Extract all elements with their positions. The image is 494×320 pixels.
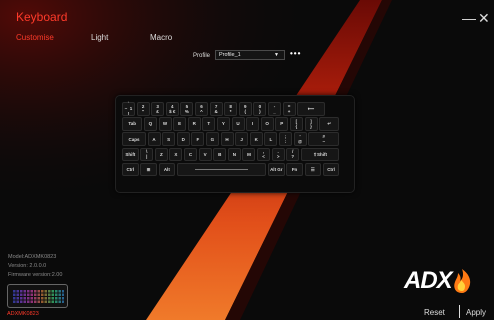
minimize-button[interactable]: — [462,10,476,26]
keyboard-key[interactable]: # ~ [308,132,340,146]
device-model: Model:ADXMK0823 [8,254,57,260]
keyboard-key[interactable]: Alt [158,162,176,177]
keyboard-key[interactable]: - _ [268,102,281,116]
logo-text: ADX [404,267,453,294]
flame-icon [453,269,470,293]
tab-light[interactable]: Light [91,33,108,42]
keyboard-key[interactable]: L [264,132,278,146]
keyboard-key[interactable]: 5 % [180,102,194,116]
keyboard-key[interactable]: E [173,117,187,131]
keyboard-key[interactable]: 9 ( [238,102,252,116]
more-options-button[interactable]: ••• [290,49,301,58]
thumbnail-keys [12,289,64,304]
keyboard-key[interactable]: W [158,117,172,131]
keyboard-key[interactable]: I [246,117,260,131]
keyboard-key[interactable]: K [249,132,263,146]
keyboard-key[interactable]: T [202,117,216,131]
keyboard-key[interactable]: ' @ [293,132,307,146]
keyboard-key[interactable]: Ctrl [122,162,139,177]
profile-label: Profile [193,53,211,59]
device-thumbnail-label: ADXMK0823 [7,311,39,317]
keyboard-key[interactable]: N [227,147,241,162]
keyboard-key[interactable]: , < [257,147,271,162]
keyboard-key[interactable]: B [213,147,227,162]
keyboard-key[interactable]: Tab [122,117,143,131]
keyboard-key[interactable]: V [198,147,212,162]
keyboard-key[interactable]: Alt Gr [268,162,285,177]
app-title: Keyboard [16,10,68,24]
keyboard-key[interactable]: 8 * [224,102,238,116]
keyboard-key[interactable]: Q [143,117,157,131]
keyboard-key[interactable]: ⇧Shift [300,147,340,162]
keyboard-key[interactable]: 7 & [209,102,223,116]
keyboard-key[interactable]: 3 £ [151,102,165,116]
keyboard-key[interactable]: U [231,117,245,131]
keyboard-key[interactable]: \ | [140,147,154,162]
keyboard-key[interactable]: 2 " [136,102,150,116]
keyboard-key[interactable]: J [235,132,249,146]
profile-value: Profile_1 [219,52,241,58]
keyboard-layout: ` ~ 1 ! 2 " 3 £4 $ €5 % 6 ^ 7 & 8 * 9 (0 ) - _ =… [115,95,355,193]
keyboard-key[interactable]: Caps [122,132,146,146]
keyboard-key[interactable]: R [187,117,201,131]
close-button[interactable]: ✕ [478,10,490,27]
spacebar-indicator [195,169,248,171]
apply-button[interactable]: Apply [466,308,486,317]
firmware-version: Firmware version:2.00 [8,272,63,278]
keyboard-key[interactable]: C [184,147,198,162]
keyboard-key[interactable]: X [169,147,183,162]
keyboard-key[interactable]: M [242,147,256,162]
keyboard-key[interactable]: ; : [278,132,292,146]
device-version: Version: 2.0.0.0 [8,263,47,269]
keyboard-key[interactable]: Fn [286,162,303,177]
keyboard-key[interactable]: P [275,117,289,131]
keyboard-key[interactable]: ] } [304,117,318,131]
keyboard-key[interactable]: ⊞ [140,162,157,177]
keyboard-key[interactable]: Y [216,117,230,131]
footer-divider [459,305,460,318]
keyboard-key[interactable]: . > [271,147,285,162]
keyboard-key[interactable]: ⟵ [297,102,325,116]
keyboard-key[interactable]: O [260,117,274,131]
keyboard-key[interactable]: Shift [122,147,139,162]
keyboard-key[interactable]: D [176,132,190,146]
keyboard-key[interactable]: = + [282,102,296,116]
keyboard-key[interactable]: ` ~ 1 ! [122,101,135,116]
keyboard-key[interactable]: Ctrl [322,162,340,177]
device-thumbnail[interactable] [7,284,68,308]
keyboard-key[interactable]: ↵ [319,117,340,131]
keyboard-key[interactable]: F [191,132,205,146]
tab-customise[interactable]: Customise [16,33,54,42]
keyboard-key[interactable]: Z [154,147,168,162]
keyboard-key[interactable]: A [147,132,161,146]
keyboard-key[interactable]: 4 $ € [165,102,179,116]
keyboard-key[interactable]: 0 ) [253,102,267,116]
tab-macro[interactable]: Macro [150,33,172,42]
keyboard-key[interactable]: H [220,132,234,146]
keyboard-key[interactable]: / ? [286,147,300,162]
keyboard-key[interactable]: ☰ [304,162,322,177]
keyboard-key[interactable]: G [205,132,219,146]
key-space[interactable] [176,162,267,177]
keyboard-key[interactable]: S [162,132,176,146]
keyboard-key[interactable]: [ { [289,117,303,131]
chevron-down-icon: ▼ [274,52,279,58]
keyboard-key[interactable]: 6 ^ [195,102,208,116]
adx-logo: ADX [404,266,472,296]
profile-select[interactable]: Profile_1 ▼ [215,50,285,60]
reset-button[interactable]: Reset [424,308,445,317]
